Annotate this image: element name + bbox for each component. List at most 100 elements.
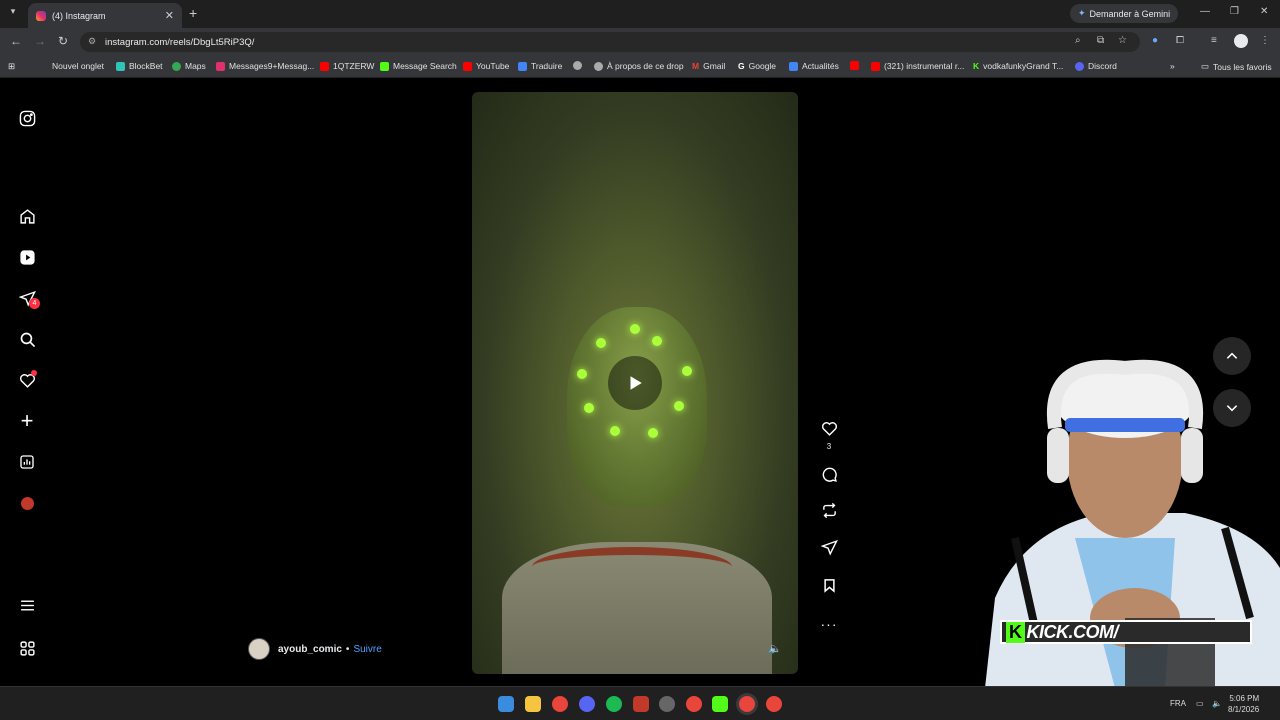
new-tab-icon[interactable]: +	[189, 5, 197, 21]
reel-author: ayoub_comic • Suivre	[248, 638, 382, 660]
extensions-icon[interactable]: ⧠	[1176, 35, 1184, 46]
bookmark-item[interactable]: KvodkafunkyGrand T...	[973, 61, 1063, 71]
chrome-icon[interactable]	[552, 696, 568, 712]
app-icon[interactable]	[633, 696, 649, 712]
bookmark-star-icon[interactable]: ☆	[1118, 35, 1127, 46]
discord-icon	[1075, 61, 1084, 71]
bookmark-item[interactable]: Traduire	[518, 61, 562, 71]
bookmark-item[interactable]: Discord	[1075, 61, 1117, 71]
start-icon[interactable]	[498, 696, 514, 712]
bookmark-item[interactable]: 1QTZERW	[320, 61, 374, 71]
bookmark-item[interactable]: Nouvel onglet	[52, 61, 104, 71]
folder-icon: ▭	[1201, 61, 1210, 71]
forward-icon[interactable]: →	[34, 34, 46, 48]
bookmark-item[interactable]	[850, 61, 863, 70]
bookmark-item[interactable]: BlockBet	[116, 61, 163, 71]
clock-date: 8/1/2026	[1228, 705, 1260, 714]
network-icon[interactable]: ▭	[1196, 699, 1204, 708]
minimize-icon[interactable]: —	[1200, 6, 1210, 17]
face-filter-dot	[648, 428, 658, 438]
close-tab-icon[interactable]: ✕	[165, 9, 174, 22]
face-filter-dot	[682, 366, 692, 376]
google-icon: G	[738, 61, 745, 71]
back-icon[interactable]: ←	[10, 34, 22, 48]
notification-badge: 4	[29, 298, 40, 309]
chart-icon	[380, 61, 389, 71]
face-filter-dot	[577, 369, 587, 379]
volume-icon[interactable]: 🔈	[1212, 699, 1222, 708]
create-icon[interactable]: +	[18, 408, 36, 433]
kick-channel-text: KICK.COM/	[1026, 621, 1119, 642]
save-icon[interactable]	[818, 575, 840, 595]
author-username[interactable]: ayoub_comic	[278, 644, 342, 655]
bookmark-item[interactable]: (321) instrumental r...	[871, 61, 964, 71]
author-avatar[interactable]	[248, 638, 270, 660]
instagram-logo-icon[interactable]	[18, 109, 36, 127]
install-app-icon[interactable]: ⧉	[1097, 35, 1104, 46]
kick-icon[interactable]	[712, 696, 728, 712]
search-icon[interactable]	[18, 330, 36, 348]
bookmark-item[interactable]: À propos de ce drop	[594, 61, 684, 71]
tab-instagram[interactable]: (4) Instagram ✕	[28, 3, 182, 28]
all-bookmarks[interactable]: ▭ Tous les favoris	[1201, 61, 1272, 72]
reel-video[interactable]: 🔈	[472, 92, 798, 674]
address-bar[interactable]: ⚙ instagram.com/reels/DbgLt5RiP3Q/	[80, 32, 1140, 52]
apps-icon[interactable]: ⊞	[8, 61, 15, 72]
bookmark-item[interactable]: Messages9+Messag...	[216, 61, 314, 71]
close-window-icon[interactable]: ✕	[1260, 6, 1268, 17]
share-icon[interactable]	[818, 537, 840, 557]
face-filter-dot	[584, 403, 594, 413]
reload-icon[interactable]: ↻	[58, 34, 68, 48]
like-icon[interactable]	[818, 418, 840, 438]
app-icon[interactable]	[659, 696, 675, 712]
translate-icon	[518, 61, 527, 71]
menu-icon[interactable]: ⋮	[1260, 35, 1270, 46]
chrome-icon[interactable]	[686, 696, 702, 712]
profile-avatar-icon[interactable]	[18, 494, 36, 512]
globe-icon	[573, 61, 582, 70]
chrome-icon[interactable]	[739, 696, 755, 712]
bookmark-item[interactable]	[573, 61, 586, 70]
chrome-icon[interactable]	[766, 696, 782, 712]
more-menu-icon[interactable]	[18, 596, 36, 614]
restore-icon[interactable]: ❐	[1230, 6, 1239, 17]
play-button[interactable]	[608, 356, 662, 410]
kick-logo-icon: K	[1006, 621, 1025, 643]
bookmark-item[interactable]: Message Search	[380, 61, 457, 71]
tab-strip: ▾ (4) Instagram ✕ + ✦ Demander à Gemini …	[0, 0, 1280, 28]
site-info-icon[interactable]: ⚙	[88, 36, 96, 47]
bookmark-item[interactable]: Actualités	[789, 61, 839, 71]
spotify-icon[interactable]	[606, 696, 622, 712]
file-explorer-icon[interactable]	[525, 696, 541, 712]
more-bookmarks-icon[interactable]: »	[1170, 61, 1175, 71]
follow-button[interactable]: Suivre	[353, 644, 381, 655]
bookmark-item[interactable]: YouTube	[463, 61, 509, 71]
face-filter-dot	[652, 336, 662, 346]
bookmark-item[interactable]: M Gmail	[692, 61, 725, 71]
discord-icon[interactable]	[579, 696, 595, 712]
repost-icon[interactable]	[818, 500, 840, 520]
zoom-icon[interactable]: ⌕	[1075, 35, 1081, 46]
language-indicator[interactable]: FRA	[1170, 699, 1186, 708]
face-filter-dot	[674, 401, 684, 411]
home-icon[interactable]	[18, 207, 36, 225]
bookmark-item[interactable]: G Google	[738, 61, 776, 71]
bookmark-item[interactable]: Maps	[172, 61, 206, 71]
instagram-favicon-icon	[36, 10, 46, 21]
bookmark-icon	[116, 61, 125, 71]
tab-search-icon[interactable]: ▾	[6, 6, 20, 20]
face-filter-dot	[630, 324, 640, 334]
reels-icon[interactable]	[18, 248, 36, 266]
youtube-icon	[850, 61, 859, 70]
extension-icon[interactable]: ●	[1152, 35, 1158, 46]
also-from-meta-icon[interactable]	[18, 639, 36, 657]
dashboard-icon[interactable]	[18, 453, 36, 471]
ask-gemini-button[interactable]: ✦ Demander à Gemini	[1070, 4, 1179, 23]
comment-icon[interactable]	[818, 464, 840, 484]
profile-avatar[interactable]	[1234, 34, 1248, 48]
volume-icon[interactable]: 🔈	[768, 642, 782, 655]
media-controls-icon[interactable]: ≡	[1211, 35, 1217, 46]
clock[interactable]: 5:06 PM 8/1/2026	[1228, 693, 1259, 715]
more-options-icon[interactable]: ···	[818, 614, 840, 634]
maps-icon	[172, 61, 181, 71]
